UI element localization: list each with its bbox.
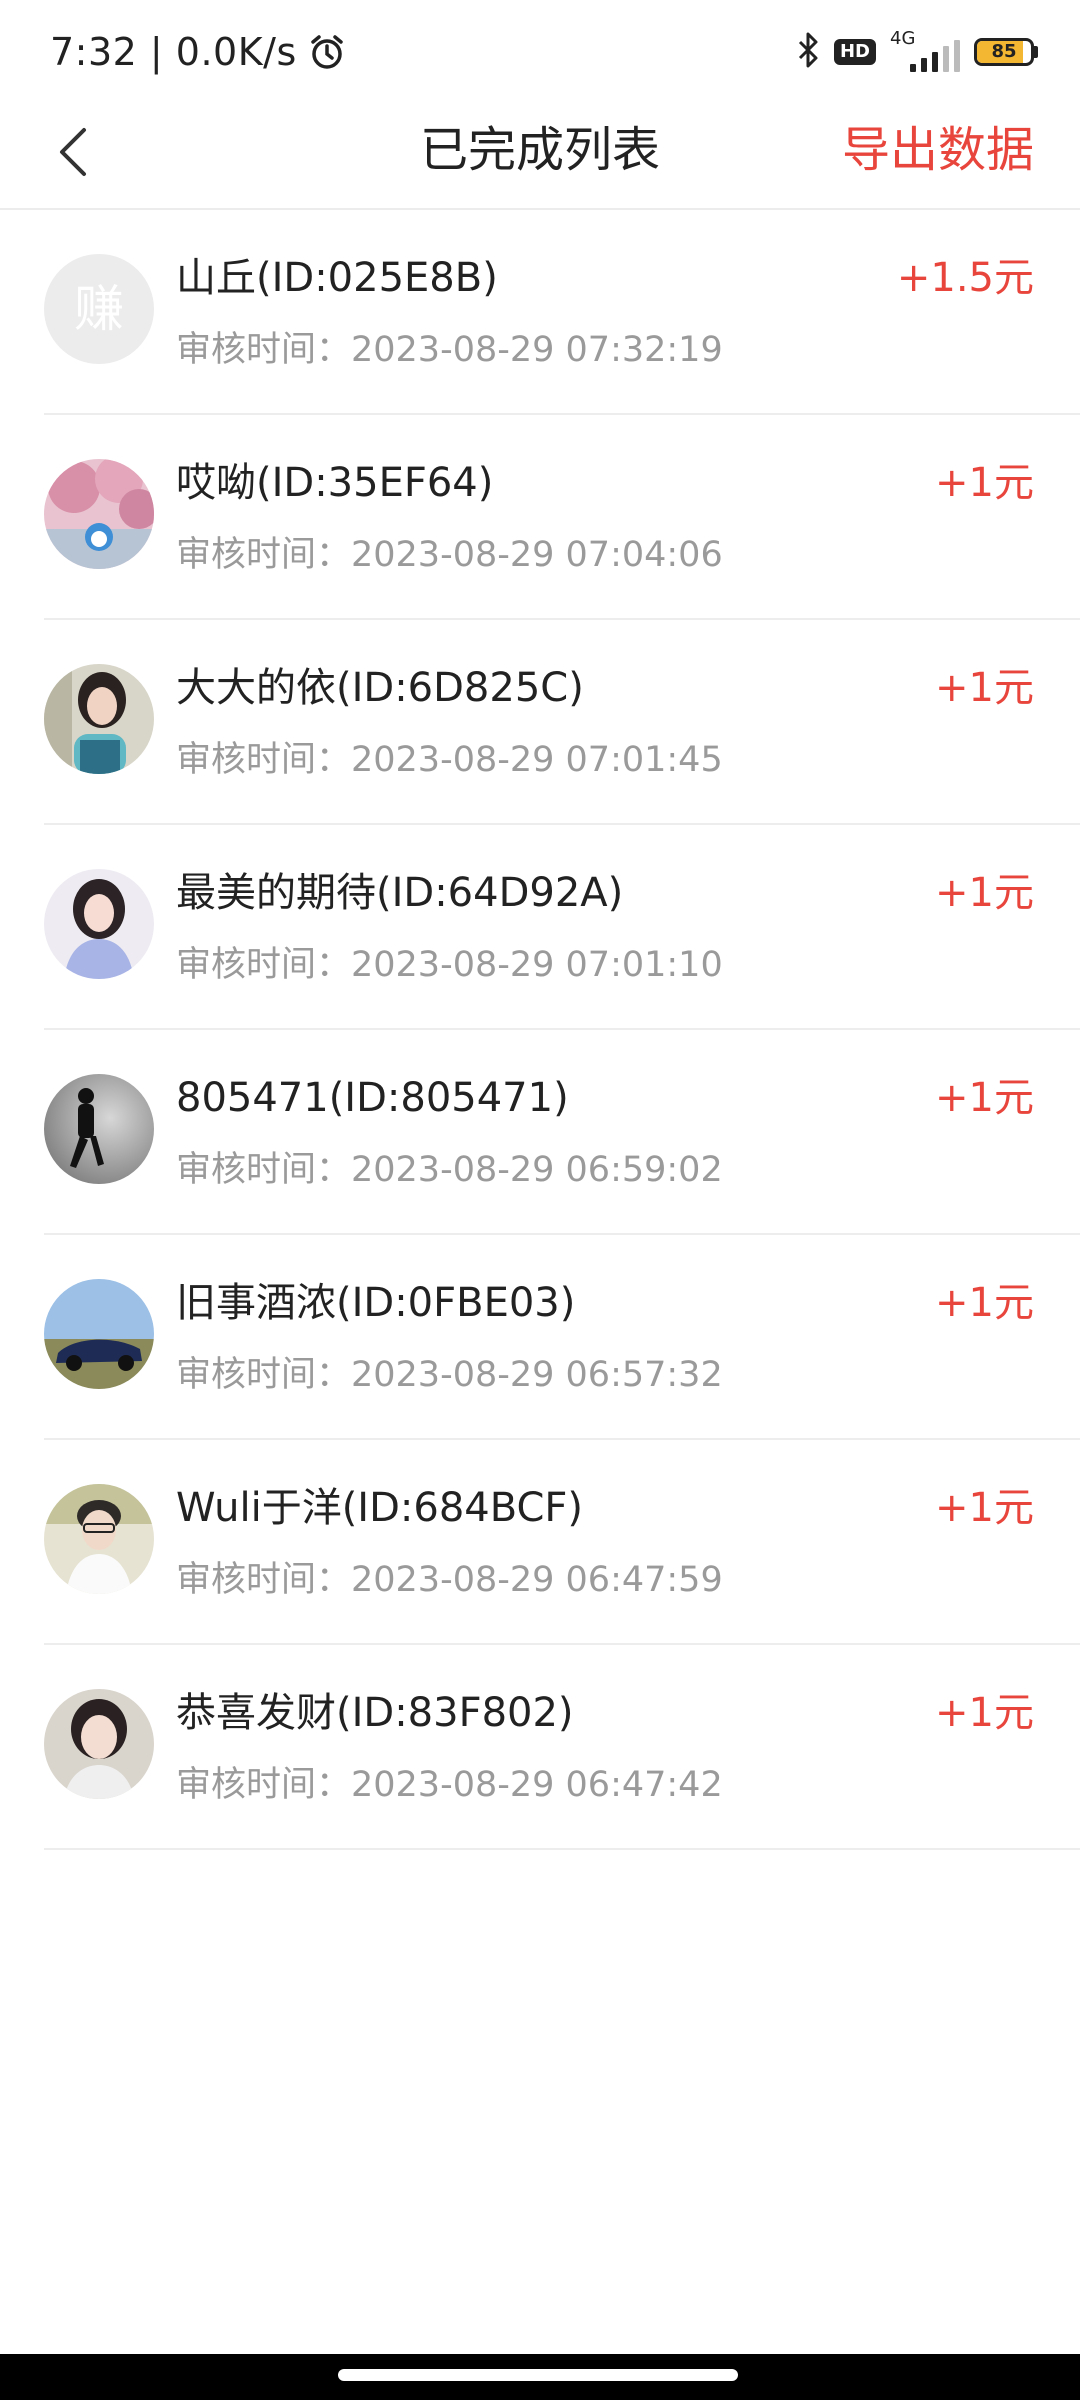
record-time: 审核时间：2023-08-29 06:47:42 bbox=[176, 1765, 723, 1805]
record-name: 恭喜发财(ID:83F802) bbox=[176, 1690, 574, 1736]
home-indicator[interactable] bbox=[338, 2369, 738, 2381]
avatar bbox=[44, 664, 154, 774]
record-time: 审核时间：2023-08-29 06:47:59 bbox=[176, 1560, 723, 1600]
list-item[interactable]: 805471(ID:805471) 审核时间：2023-08-29 06:59:… bbox=[0, 1030, 1080, 1235]
avatar-glyph: 赚 bbox=[74, 280, 124, 338]
header-bar: 已完成列表 导出数据 bbox=[0, 100, 1080, 210]
record-time: 审核时间：2023-08-29 07:01:45 bbox=[176, 740, 723, 780]
record-time: 审核时间：2023-08-29 06:59:02 bbox=[176, 1150, 723, 1190]
avatar bbox=[44, 1484, 154, 1594]
record-time: 审核时间：2023-08-29 07:32:19 bbox=[176, 330, 723, 370]
export-data-button[interactable]: 导出数据 bbox=[842, 118, 1034, 182]
avatar bbox=[44, 1074, 154, 1184]
status-time-speed: 7:32 | 0.0K/s bbox=[50, 30, 297, 74]
list-item[interactable]: 最美的期待(ID:64D92A) 审核时间：2023-08-29 07:01:1… bbox=[0, 825, 1080, 1030]
list-item[interactable]: 赚 山丘(ID:025E8B) 审核时间：2023-08-29 07:32:19… bbox=[0, 210, 1080, 415]
list-item[interactable]: 大大的依(ID:6D825C) 审核时间：2023-08-29 07:01:45… bbox=[0, 620, 1080, 825]
record-name: 山丘(ID:025E8B) bbox=[176, 255, 498, 301]
status-bar: 7:32 | 0.0K/s HD 4G 85 bbox=[0, 0, 1080, 100]
signal-icon: 4G bbox=[890, 28, 960, 76]
status-right: HD 4G 85 bbox=[796, 28, 1038, 76]
record-name: 最美的期待(ID:64D92A) bbox=[176, 870, 624, 916]
battery-level: 85 bbox=[991, 41, 1017, 62]
record-name: 旧事酒浓(ID:0FBE03) bbox=[176, 1280, 576, 1326]
avatar bbox=[44, 869, 154, 979]
avatar bbox=[44, 1689, 154, 1799]
record-amount: +1元 bbox=[935, 665, 1034, 711]
record-amount: +1元 bbox=[935, 1690, 1034, 1736]
record-amount: +1元 bbox=[935, 1075, 1034, 1121]
hd-badge: HD bbox=[833, 39, 876, 65]
completed-list: 赚 山丘(ID:025E8B) 审核时间：2023-08-29 07:32:19… bbox=[0, 210, 1080, 1850]
bluetooth-icon bbox=[796, 30, 820, 74]
avatar: 赚 bbox=[44, 254, 154, 364]
system-nav-bar bbox=[0, 2354, 1080, 2400]
record-time: 审核时间：2023-08-29 07:01:10 bbox=[176, 945, 723, 985]
record-name: 大大的依(ID:6D825C) bbox=[176, 665, 584, 711]
record-amount: +1元 bbox=[935, 460, 1034, 506]
avatar bbox=[44, 1279, 154, 1389]
record-time: 审核时间：2023-08-29 06:57:32 bbox=[176, 1355, 723, 1395]
alarm-clock-icon bbox=[307, 32, 347, 72]
record-amount: +1.5元 bbox=[896, 255, 1034, 301]
list-item[interactable]: Wuli于洋(ID:684BCF) 审核时间：2023-08-29 06:47:… bbox=[0, 1440, 1080, 1645]
record-time: 审核时间：2023-08-29 07:04:06 bbox=[176, 535, 723, 575]
status-left: 7:32 | 0.0K/s bbox=[50, 24, 347, 80]
record-amount: +1元 bbox=[935, 870, 1034, 916]
avatar bbox=[44, 459, 154, 569]
record-name: Wuli于洋(ID:684BCF) bbox=[176, 1485, 584, 1531]
list-item[interactable]: 哎呦(ID:35EF64) 审核时间：2023-08-29 07:04:06 +… bbox=[0, 415, 1080, 620]
battery-icon: 85 bbox=[974, 38, 1038, 66]
record-name: 哎呦(ID:35EF64) bbox=[176, 460, 494, 506]
record-amount: +1元 bbox=[935, 1485, 1034, 1531]
record-name: 805471(ID:805471) bbox=[176, 1075, 569, 1121]
record-amount: +1元 bbox=[935, 1280, 1034, 1326]
list-item[interactable]: 旧事酒浓(ID:0FBE03) 审核时间：2023-08-29 06:57:32… bbox=[0, 1235, 1080, 1440]
list-item[interactable]: 恭喜发财(ID:83F802) 审核时间：2023-08-29 06:47:42… bbox=[0, 1645, 1080, 1850]
